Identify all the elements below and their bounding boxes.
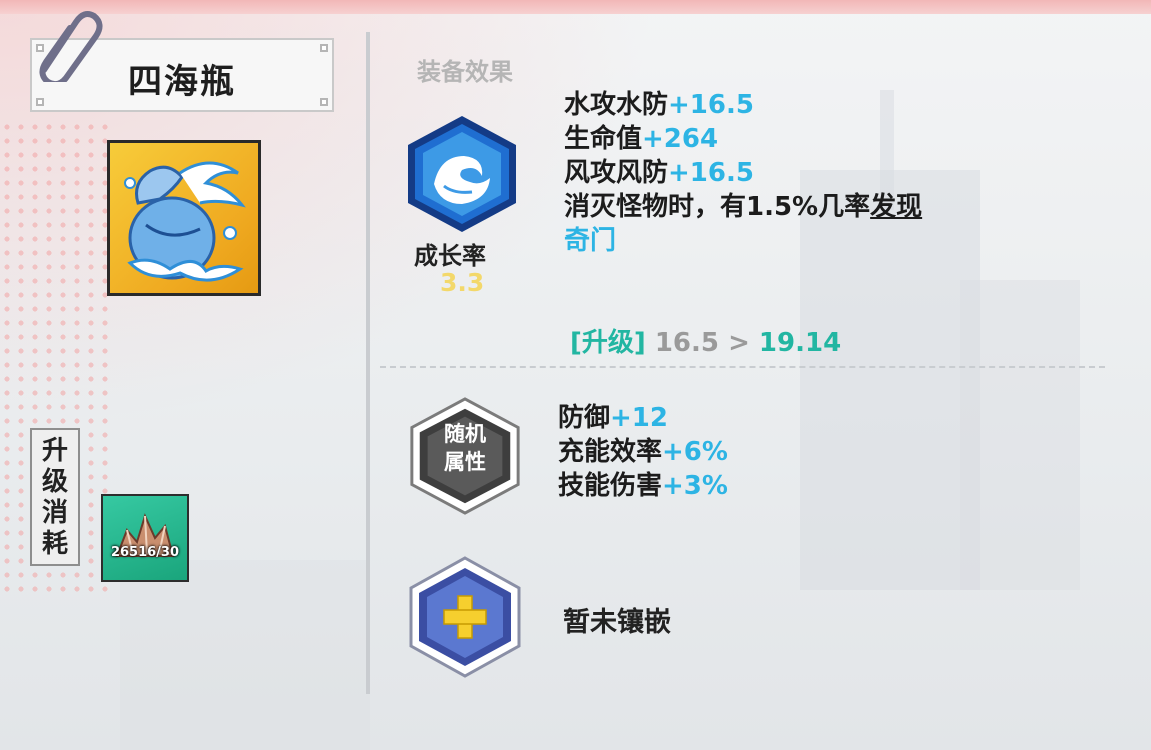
equip-stat-list: 水攻水防+16.5 生命值+264 风攻风防+16.5 [564, 88, 754, 190]
plus-icon[interactable] [403, 554, 527, 680]
random-attr-label: 随机 属性 [444, 422, 486, 474]
bg-floor [120, 560, 370, 750]
random-stat-list: 防御+12 充能效率+6% 技能伤害+3% [558, 401, 728, 503]
upgrade-preview: [升级] 16.5 > 19.14 [570, 328, 842, 358]
equip-stat: 风攻风防+16.5 [564, 158, 754, 188]
water-wave-icon [408, 116, 516, 232]
upgrade-cost-char: 级 [41, 467, 68, 497]
upgrade-cost-char: 耗 [41, 529, 68, 559]
panel-divider [366, 32, 370, 694]
upgrade-cost-label: 升 级 消 耗 [30, 428, 80, 566]
section-title: 装备效果 [417, 58, 513, 86]
bg-building [960, 280, 1080, 590]
upgrade-cost-char: 升 [41, 436, 68, 466]
random-stat: 防御+12 [558, 403, 668, 433]
upgrade-cost-char: 消 [41, 498, 68, 528]
corner-dot [320, 44, 328, 52]
ore-icon [115, 513, 175, 557]
growth-rate-label: 成长率 [414, 242, 486, 270]
random-stat: 充能效率+6% [558, 437, 728, 467]
upgrade-material-slot[interactable]: 26516/30 [101, 494, 189, 582]
paperclip-icon [39, 11, 103, 82]
equip-stat: 水攻水防+16.5 [564, 90, 754, 120]
section-divider [380, 366, 1105, 368]
equip-stat: 生命值+264 [564, 124, 719, 154]
material-count: 26516/30 [110, 545, 180, 560]
top-banner [0, 0, 1151, 14]
item-icon[interactable] [107, 140, 261, 296]
special-effect-text: 消灭怪物时，有1.5%几率发现奇门 [564, 192, 923, 256]
growth-rate-value: 3.3 [440, 268, 485, 297]
vase-water-icon [124, 161, 246, 282]
discover-link[interactable]: 发现 [870, 192, 922, 222]
qimen-link[interactable]: 奇门 [564, 226, 616, 256]
socket-status: 暂未镶嵌 [563, 607, 671, 638]
random-stat: 技能伤害+3% [558, 471, 728, 501]
